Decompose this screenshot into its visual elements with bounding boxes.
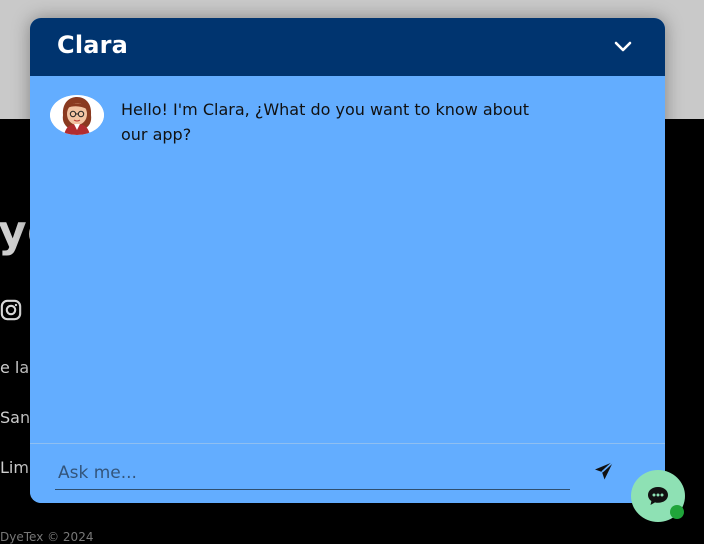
- chat-input-area: [30, 443, 665, 503]
- avatar-icon: [50, 95, 104, 135]
- online-status-indicator: [670, 505, 684, 519]
- instagram-icon[interactable]: [0, 298, 22, 322]
- address-line-1: e la: [0, 358, 30, 377]
- chat-input[interactable]: [55, 456, 570, 490]
- chat-window: Clara Hello! I'm Clara, ¿What do you wan…: [30, 18, 665, 503]
- chat-header: Clara: [30, 18, 665, 76]
- chat-title: Clara: [57, 31, 129, 59]
- message-text: Hello! I'm Clara, ¿What do you want to k…: [121, 100, 530, 144]
- collapse-chat-button[interactable]: [609, 36, 637, 58]
- send-button[interactable]: [592, 459, 616, 483]
- page: ye e la San Lima DyeTex © 2024 Clara Hel…: [0, 0, 704, 544]
- footer-copyright: DyeTex © 2024: [0, 530, 94, 544]
- address-line-2: San: [0, 408, 31, 427]
- send-icon: [595, 461, 614, 480]
- chat-bubble-icon: [648, 487, 668, 505]
- chat-message: Hello! I'm Clara, ¿What do you want to k…: [50, 95, 550, 151]
- chevron-down-icon: [614, 41, 632, 52]
